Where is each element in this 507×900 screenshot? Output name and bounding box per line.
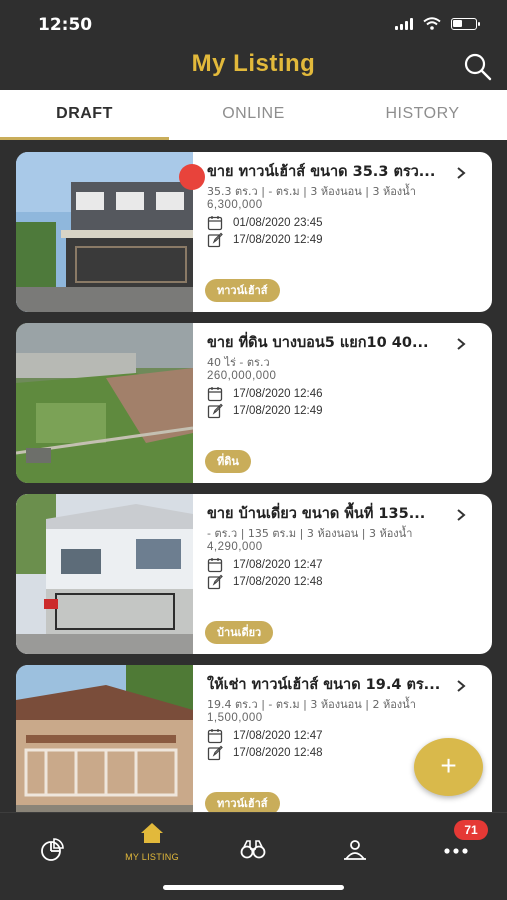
listing-card[interactable]: ขาย ที่ดิน บางบอน5 แยก10 40... 40 ไร่ - …: [16, 323, 492, 483]
calendar-icon: [207, 729, 223, 744]
edited-date: 17/08/2020 12:49: [233, 405, 323, 417]
edited-date: 17/08/2020 12:48: [233, 747, 323, 759]
listing-title: ขาย บ้านเดี่ยว ขนาด พื้นที่ 135...: [207, 506, 426, 522]
property-type-tag: ทาวน์เฮ้าส์: [205, 279, 280, 302]
battery-icon: [451, 17, 480, 30]
listing-specs: 19.4 ตร.ว | - ตร.ม | 3 ห้องนอน | 2 ห้องน…: [207, 698, 416, 711]
created-row: 17/08/2020 12:47: [207, 557, 323, 573]
nav-my-listing[interactable]: MY LISTING: [112, 821, 192, 862]
listing-list: ขาย ทาวน์เฮ้าส์ ขนาด 35.3 ตรว... 35.3 ตร…: [0, 140, 507, 812]
nav-explore[interactable]: [213, 837, 293, 866]
tab-bar: DRAFT ONLINE HISTORY: [0, 90, 507, 140]
listing-specs: - ตร.ว | 135 ตร.ม | 3 ห้องนอน | 3 ห้องน้…: [207, 527, 413, 540]
listing-price: 4,290,000: [207, 541, 263, 553]
notification-badge: 71: [454, 820, 488, 840]
binoculars-icon: [240, 840, 266, 859]
calendar-icon: [207, 216, 223, 231]
created-date: 17/08/2020 12:47: [233, 730, 323, 742]
listing-title: ขาย ที่ดิน บางบอน5 แยก10 40...: [207, 335, 429, 351]
nav-more[interactable]: [416, 837, 496, 868]
wifi-icon: [423, 17, 441, 30]
listing-specs: 40 ไร่ - ตร.ว: [207, 356, 270, 369]
edited-row: 17/08/2020 12:48: [207, 745, 323, 761]
tab-draft[interactable]: DRAFT: [0, 90, 169, 140]
listing-card[interactable]: ให้เช่า ทาวน์เฮ้าส์ ขนาด 19.4 ตร... 19.4…: [16, 665, 492, 812]
listing-price: 1,500,000: [207, 712, 263, 724]
edited-row: 17/08/2020 12:48: [207, 574, 323, 590]
add-listing-button[interactable]: +: [414, 738, 483, 796]
townhouse-photo: [16, 152, 193, 312]
status-bar: 12:50: [0, 0, 507, 48]
calendar-icon: [207, 558, 223, 573]
edit-icon: [207, 403, 223, 419]
created-row: 17/08/2020 12:47: [207, 728, 323, 744]
home-icon: [141, 823, 163, 843]
house-photo: [16, 494, 193, 654]
page-title: My Listing: [191, 50, 316, 77]
signal-icon: [395, 17, 413, 30]
edited-row: 17/08/2020 12:49: [207, 232, 323, 248]
listing-price: 6,300,000: [207, 199, 263, 211]
tab-online[interactable]: ONLINE: [169, 90, 338, 140]
listing-card[interactable]: ขาย บ้านเดี่ยว ขนาด พื้นที่ 135... - ตร.…: [16, 494, 492, 654]
nav-dashboard[interactable]: [12, 837, 92, 868]
edit-icon: [207, 574, 223, 590]
land-photo: [16, 323, 193, 483]
plus-icon: +: [440, 750, 457, 781]
agent-icon: [344, 840, 366, 860]
search-icon: [464, 53, 492, 81]
status-icons: [395, 17, 480, 30]
property-type-tag: ทาวน์เฮ้าส์: [205, 792, 280, 812]
edit-icon: [207, 745, 223, 761]
edited-date: 17/08/2020 12:49: [233, 234, 323, 246]
created-row: 01/08/2020 23:45: [207, 215, 323, 231]
property-type-tag: บ้านเดี่ยว: [205, 621, 274, 644]
listing-price: 260,000,000: [207, 370, 277, 382]
chevron-right-icon[interactable]: [454, 337, 468, 351]
tab-history[interactable]: HISTORY: [338, 90, 507, 140]
listing-card[interactable]: ขาย ทาวน์เฮ้าส์ ขนาด 35.3 ตรว... 35.3 ตร…: [16, 152, 492, 312]
pie-chart-icon: [41, 838, 64, 861]
edited-date: 17/08/2020 12:48: [233, 576, 323, 588]
edit-icon: [207, 232, 223, 248]
chevron-right-icon[interactable]: [454, 508, 468, 522]
created-date: 17/08/2020 12:47: [233, 559, 323, 571]
status-time: 12:50: [38, 15, 93, 35]
nav-agent[interactable]: [315, 837, 395, 868]
created-date: 17/08/2020 12:46: [233, 388, 323, 400]
created-row: 17/08/2020 12:46: [207, 386, 323, 402]
property-type-tag: ที่ดิน: [205, 450, 251, 473]
townhouse-photo: [16, 665, 193, 812]
search-button[interactable]: [461, 50, 495, 84]
listing-specs: 35.3 ตร.ว | - ตร.ม | 3 ห้องนอน | 3 ห้องน…: [207, 185, 416, 198]
listing-title: ขาย ทาวน์เฮ้าส์ ขนาด 35.3 ตรว...: [207, 164, 436, 180]
chevron-right-icon[interactable]: [454, 166, 468, 180]
app-header: My Listing: [0, 48, 507, 90]
home-indicator: [163, 885, 344, 890]
listing-title: ให้เช่า ทาวน์เฮ้าส์ ขนาด 19.4 ตร...: [207, 677, 441, 693]
created-date: 01/08/2020 23:45: [233, 217, 323, 229]
nav-my-listing-label: MY LISTING: [125, 852, 179, 862]
notification-dot: [179, 164, 205, 190]
calendar-icon: [207, 387, 223, 402]
edited-row: 17/08/2020 12:49: [207, 403, 323, 419]
chevron-right-icon[interactable]: [454, 679, 468, 693]
more-icon: [444, 848, 468, 854]
